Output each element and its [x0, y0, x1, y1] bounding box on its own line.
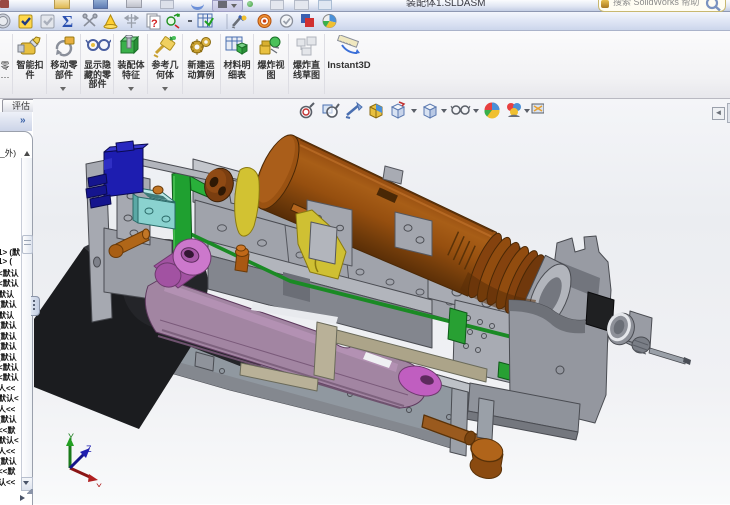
svg-text:?: ? — [151, 18, 158, 30]
svg-text:X: X — [96, 482, 102, 487]
svg-text:Y: Y — [68, 432, 74, 442]
svg-text:Z: Z — [86, 444, 92, 454]
svg-text:Σ: Σ — [62, 13, 73, 30]
